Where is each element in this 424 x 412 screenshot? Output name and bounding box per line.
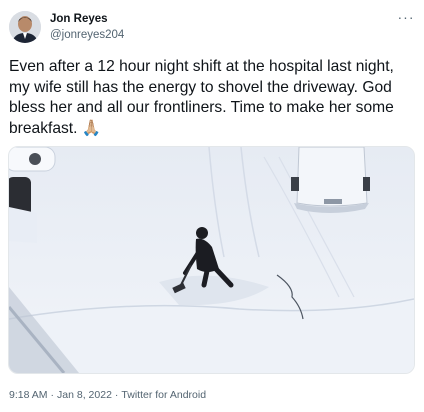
tweet-meta: 9:18 AM · Jan 8, 2022 · Twitter for Android: [9, 389, 206, 401]
avatar[interactable]: [9, 11, 41, 43]
tweet-time[interactable]: 9:18 AM: [9, 389, 48, 401]
author-name[interactable]: Jon Reyes: [50, 13, 108, 25]
tweet-photo[interactable]: [8, 146, 415, 374]
tweet-date[interactable]: Jan 8, 2022: [57, 389, 112, 401]
author-handle[interactable]: @jonreyes204: [50, 29, 124, 41]
right-car: [291, 147, 370, 213]
tweet-text: Even after a 12 hour night shift at the …: [9, 57, 415, 139]
folded-hands-emoji: 🙏🏼: [81, 119, 102, 137]
tweet-body: Even after a 12 hour night shift at the …: [9, 58, 394, 137]
more-options-button[interactable]: ···: [396, 10, 416, 28]
tweet-source[interactable]: Twitter for Android: [121, 389, 206, 401]
tweet-card: Jon Reyes @jonreyes204 ··· Even after a …: [0, 0, 424, 412]
meta-separator: ·: [50, 389, 55, 401]
meta-separator: ·: [114, 389, 119, 401]
snow-driveway-photo: [9, 147, 414, 373]
